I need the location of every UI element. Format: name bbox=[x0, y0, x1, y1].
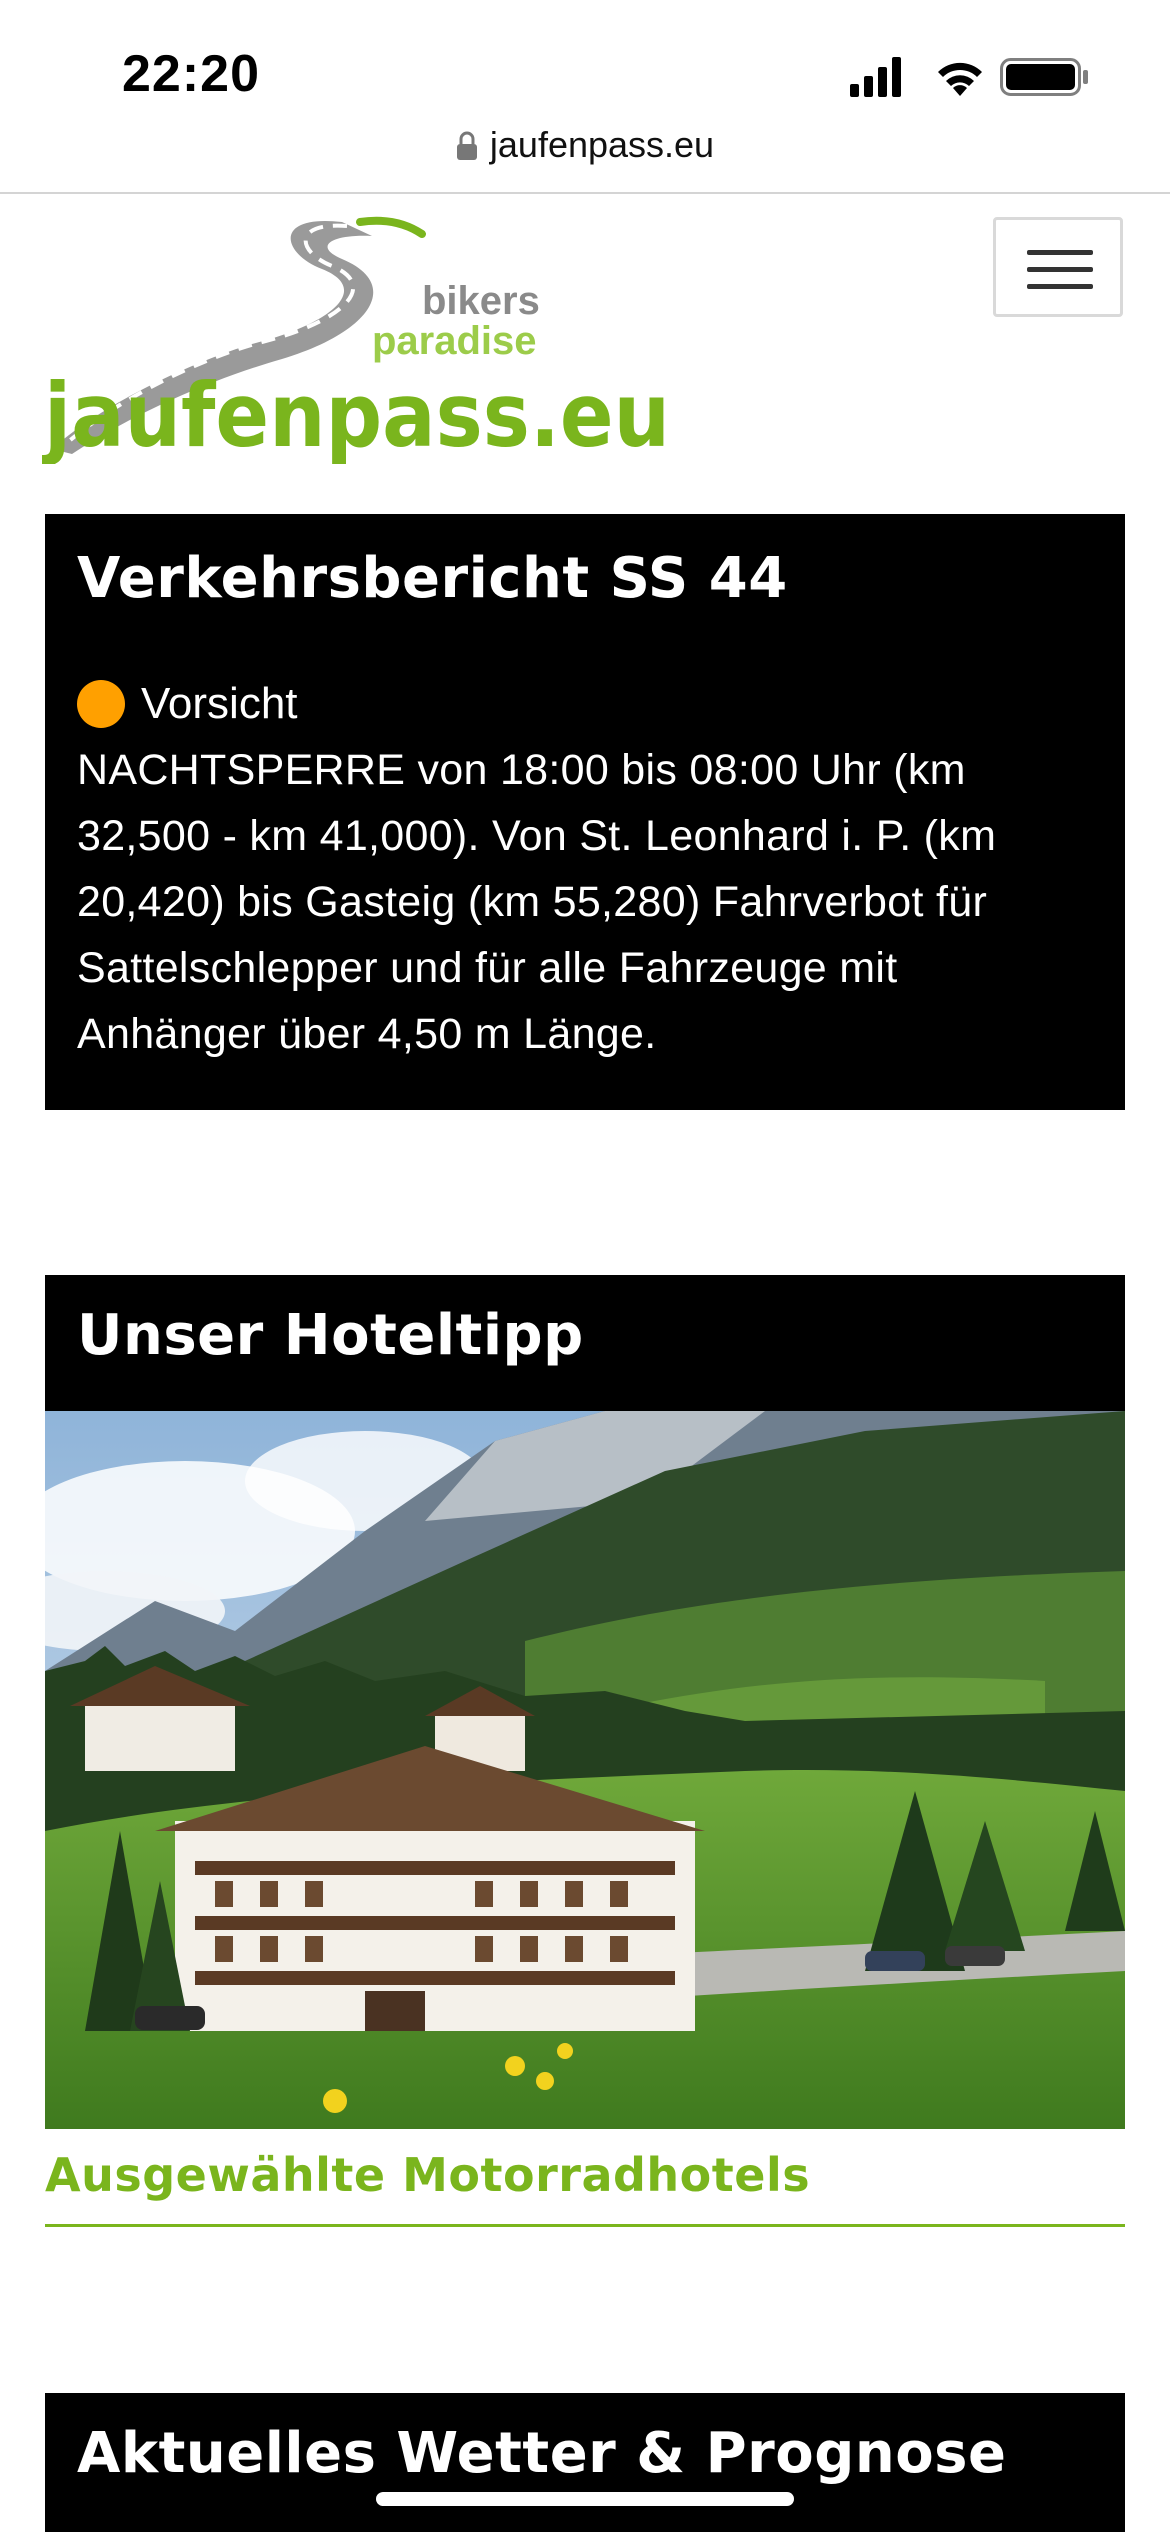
address-bar[interactable]: jaufenpass.eu bbox=[0, 124, 1170, 166]
url-text: jaufenpass.eu bbox=[489, 124, 715, 165]
weather-title: Aktuelles Wetter & Prognose bbox=[77, 2421, 1007, 2486]
weather-header: Aktuelles Wetter & Prognose bbox=[45, 2393, 1125, 2532]
site-logo[interactable]: bikers paradise jaufenpass.eu bbox=[42, 214, 682, 464]
menu-bar-icon bbox=[1027, 267, 1093, 272]
status-time: 22:20 bbox=[122, 45, 260, 103]
hotel-image[interactable] bbox=[45, 1411, 1125, 2129]
logo-wordmark: jaufenpass.eu bbox=[42, 364, 670, 464]
battery-icon bbox=[1000, 58, 1088, 96]
status-dot-icon bbox=[77, 680, 125, 728]
menu-bar-icon bbox=[1027, 284, 1093, 289]
logo-tagline-bikers: bikers bbox=[422, 279, 540, 323]
hamburger-menu-button[interactable] bbox=[993, 217, 1123, 317]
traffic-message: NACHTSPERRE von 18:00 bis 08:00 Uhr (km … bbox=[77, 746, 997, 1058]
logo-tagline-paradise: paradise bbox=[372, 319, 537, 363]
traffic-report-title: Verkehrsbericht SS 44 bbox=[77, 546, 788, 611]
status-icons bbox=[850, 57, 1088, 97]
menu-bar-icon bbox=[1027, 250, 1093, 255]
hotel-divider bbox=[45, 2224, 1125, 2227]
traffic-status-label: Vorsicht bbox=[141, 679, 298, 728]
lock-icon bbox=[456, 131, 477, 160]
browser-divider bbox=[0, 192, 1170, 194]
signal-icon bbox=[850, 57, 901, 97]
home-indicator[interactable] bbox=[376, 2492, 794, 2506]
hotel-tip-title: Unser Hoteltipp bbox=[77, 1303, 584, 1368]
status-bar: 22:20 bbox=[0, 0, 1170, 120]
motorcycle-hotels-link[interactable]: Ausgewählte Motorradhotels bbox=[45, 2148, 810, 2202]
hotel-tip-header: Unser Hoteltipp bbox=[45, 1275, 1125, 1411]
wifi-icon bbox=[938, 62, 982, 96]
traffic-status: Vorsicht bbox=[77, 671, 1093, 737]
traffic-report-panel: Verkehrsbericht SS 44 Vorsicht NACHTSPER… bbox=[45, 514, 1125, 1110]
